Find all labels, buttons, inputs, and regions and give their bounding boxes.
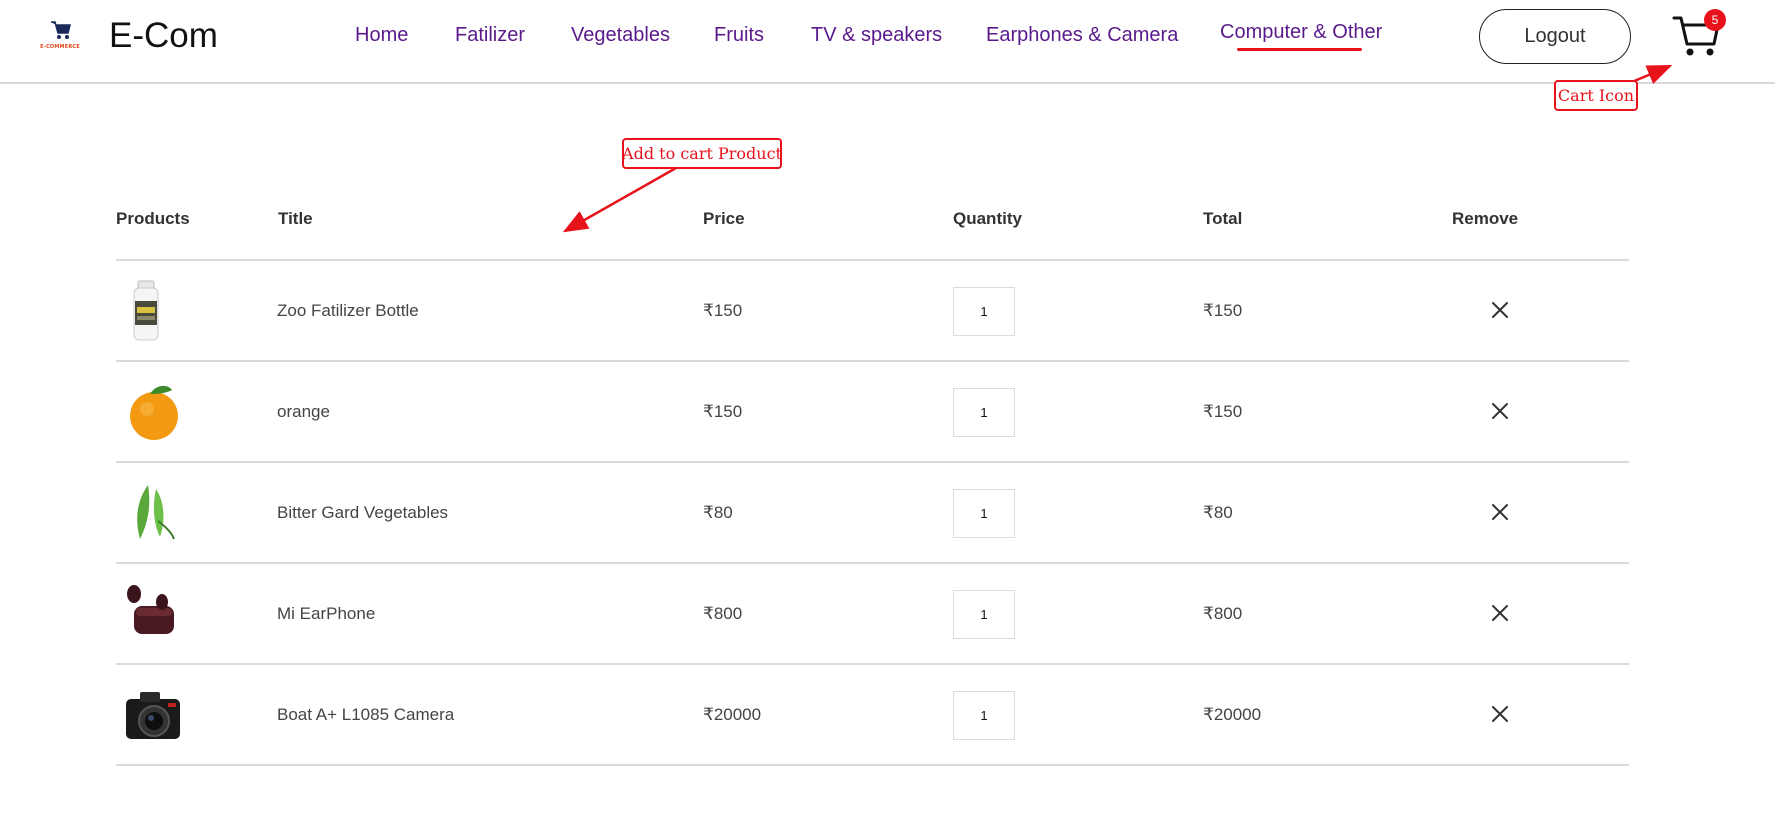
close-icon[interactable] bbox=[1490, 401, 1510, 421]
product-title: Zoo Fatilizer Bottle bbox=[277, 301, 419, 320]
orange-image bbox=[130, 385, 178, 440]
product-total: ₹150 bbox=[1203, 402, 1243, 421]
col-header-quantity: Quantity bbox=[953, 209, 1022, 228]
product-price: ₹20000 bbox=[703, 705, 762, 724]
product-total: ₹80 bbox=[1203, 503, 1233, 522]
product-title: Bitter Gard Vegetables bbox=[277, 503, 449, 522]
product-title: orange bbox=[277, 402, 330, 421]
nav-computer-other[interactable]: Computer & Other bbox=[1220, 21, 1382, 44]
close-icon[interactable] bbox=[1490, 300, 1510, 320]
product-total: ₹150 bbox=[1203, 301, 1243, 320]
col-header-products: Products bbox=[116, 209, 190, 228]
logo-cart-icon bbox=[51, 21, 71, 39]
product-title: Mi EarPhone bbox=[277, 604, 376, 623]
brand-name[interactable]: E-Com bbox=[109, 16, 218, 56]
quantity-input[interactable] bbox=[953, 489, 1015, 538]
camera-image bbox=[126, 692, 180, 739]
col-header-price: Price bbox=[703, 209, 745, 228]
product-price: ₹80 bbox=[703, 503, 733, 522]
product-price: ₹150 bbox=[703, 301, 743, 320]
col-header-remove: Remove bbox=[1452, 209, 1519, 228]
quantity-input[interactable] bbox=[953, 388, 1015, 437]
product-price: ₹800 bbox=[703, 604, 743, 623]
col-header-title: Title bbox=[278, 209, 313, 228]
nav-home[interactable]: Home bbox=[355, 24, 408, 47]
nav-fruits[interactable]: Fruits bbox=[714, 24, 764, 47]
top-navbar: E-COMMERCE E-Com Home Fatilizer Vegetabl… bbox=[0, 0, 1775, 84]
table-row: Bitter Gard Vegetables ₹80 ₹80 bbox=[116, 463, 1629, 562]
fertilizer-bottle-image bbox=[133, 280, 159, 341]
table-row: orange ₹150 ₹150 bbox=[116, 362, 1629, 461]
logout-button[interactable]: Logout bbox=[1479, 9, 1631, 64]
add-to-cart-annotation: Add to cart Product bbox=[622, 138, 782, 169]
nav-vegetables[interactable]: Vegetables bbox=[571, 24, 670, 47]
nav-tv-speakers[interactable]: TV & speakers bbox=[811, 24, 942, 47]
site-logo[interactable]: E-COMMERCE bbox=[34, 20, 86, 52]
add-to-cart-arrow bbox=[562, 166, 677, 233]
product-price: ₹150 bbox=[703, 402, 743, 421]
bitter-gourd-image bbox=[137, 485, 175, 540]
product-total: ₹800 bbox=[1203, 604, 1243, 623]
earphone-image bbox=[127, 585, 174, 634]
close-icon[interactable] bbox=[1490, 502, 1510, 522]
table-row: Zoo Fatilizer Bottle ₹150 ₹150 bbox=[116, 261, 1629, 360]
quantity-input[interactable] bbox=[953, 590, 1015, 639]
logo-text: E-COMMERCE bbox=[40, 44, 80, 50]
product-total: ₹20000 bbox=[1203, 705, 1262, 724]
product-title: Boat A+ L1085 Camera bbox=[277, 705, 455, 724]
col-header-total: Total bbox=[1203, 209, 1243, 228]
nav-earphones-camera[interactable]: Earphones & Camera bbox=[986, 24, 1178, 47]
table-row: Boat A+ L1085 Camera ₹20000 ₹20000 bbox=[116, 665, 1629, 764]
quantity-input[interactable] bbox=[953, 287, 1015, 336]
nav-fatilizer[interactable]: Fatilizer bbox=[455, 24, 525, 47]
active-nav-underline bbox=[1237, 48, 1362, 51]
close-icon[interactable] bbox=[1490, 603, 1510, 623]
close-icon[interactable] bbox=[1490, 704, 1510, 724]
table-row: Mi EarPhone ₹800 ₹800 bbox=[116, 564, 1629, 663]
table-divider bbox=[116, 764, 1629, 766]
quantity-input[interactable] bbox=[953, 691, 1015, 740]
cart-count-badge: 5 bbox=[1704, 9, 1726, 31]
cart-icon-annotation: Cart Icon bbox=[1554, 80, 1638, 111]
